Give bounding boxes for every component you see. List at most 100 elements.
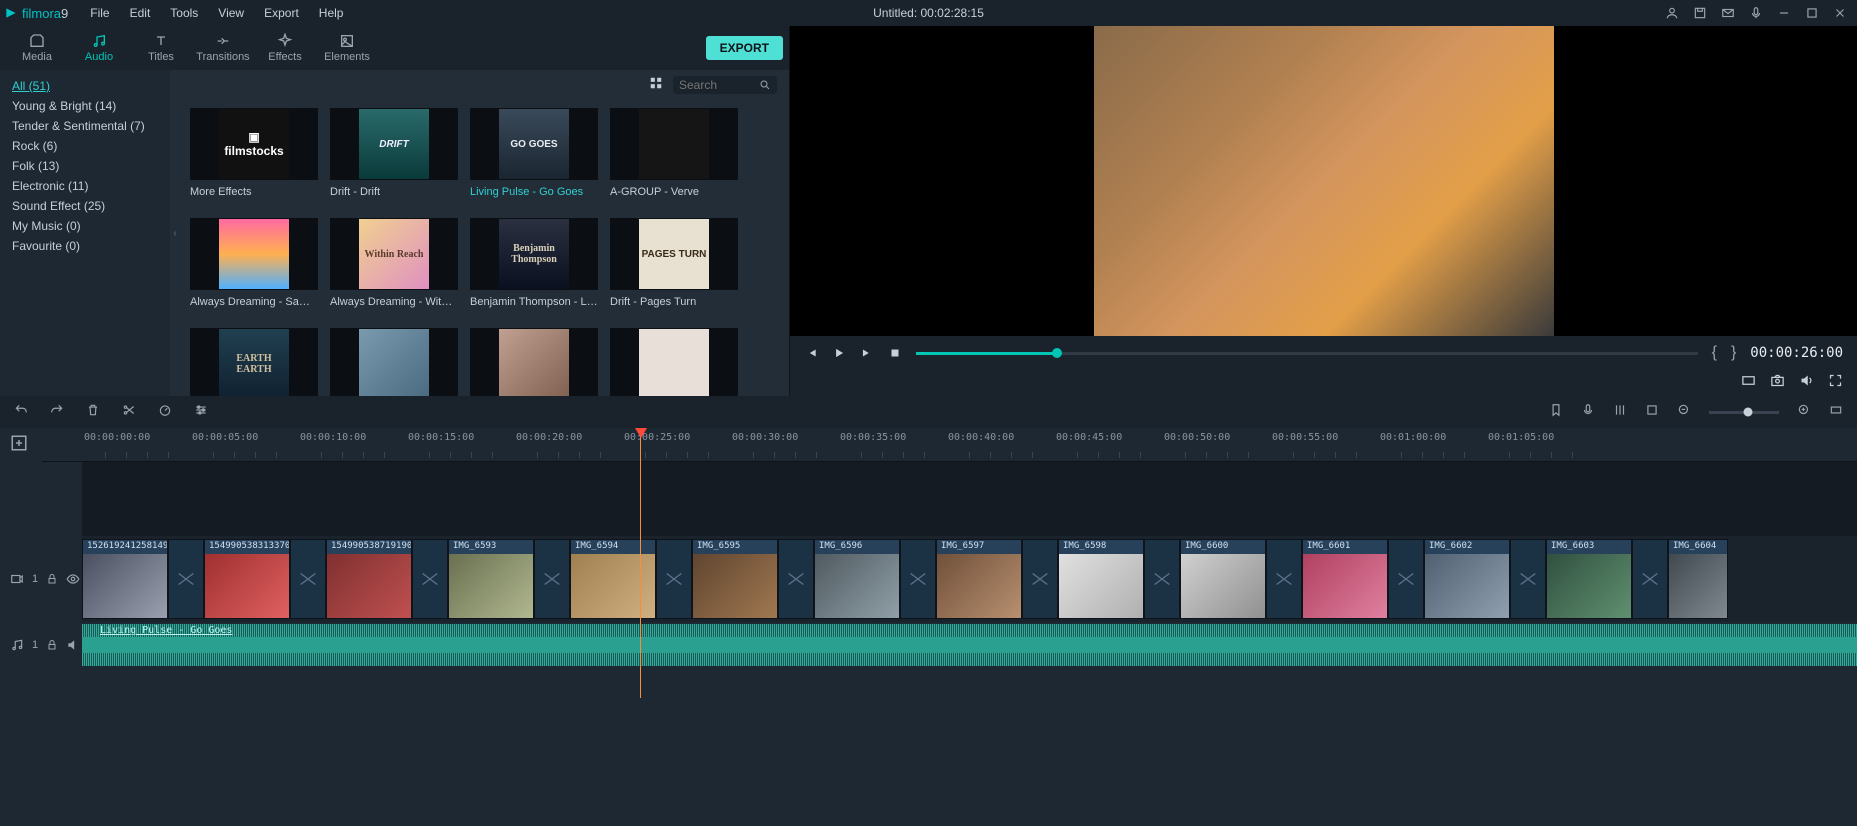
seek-bar[interactable]	[916, 352, 1698, 355]
speed-icon[interactable]	[158, 403, 172, 422]
transition[interactable]	[412, 539, 448, 619]
split-icon[interactable]	[122, 403, 136, 422]
maximize-icon[interactable]	[1805, 6, 1819, 20]
crop-icon[interactable]	[1645, 403, 1659, 422]
asset-card[interactable]: EARTH EARTH	[190, 328, 318, 396]
search-icon[interactable]	[759, 79, 771, 91]
lock-icon[interactable]	[46, 639, 58, 651]
video-track[interactable]: 15261924125814944_... 15499053831337024_.…	[82, 536, 1857, 622]
video-clip[interactable]: IMG_6594	[570, 539, 656, 619]
transition[interactable]	[290, 539, 326, 619]
menu-view[interactable]: View	[208, 2, 254, 24]
video-clip[interactable]: IMG_6593	[448, 539, 534, 619]
transition[interactable]	[1022, 539, 1058, 619]
asset-card[interactable]	[470, 328, 598, 396]
playhead[interactable]	[640, 428, 641, 698]
video-clip[interactable]: IMG_6601	[1302, 539, 1388, 619]
mic-icon[interactable]	[1749, 6, 1763, 20]
export-button[interactable]: EXPORT	[706, 36, 783, 60]
asset-card[interactable]: ▣ filmstocksMore Effects	[190, 108, 318, 198]
category-item[interactable]: Sound Effect (25)	[12, 196, 170, 216]
delete-icon[interactable]	[86, 403, 100, 422]
category-item[interactable]: All (51)	[12, 76, 170, 96]
audio-clip[interactable]: Living Pulse - Go Goes	[82, 624, 1857, 666]
asset-card[interactable]: DRIFTDrift - Drift	[330, 108, 458, 198]
tab-audio[interactable]: Audio	[68, 26, 130, 70]
mail-icon[interactable]	[1721, 6, 1735, 20]
asset-card[interactable]: Within ReachAlways Dreaming - Withi...	[330, 218, 458, 308]
tab-elements[interactable]: Elements	[316, 26, 378, 70]
transition[interactable]	[1144, 539, 1180, 619]
tab-effects[interactable]: Effects	[254, 26, 316, 70]
transition[interactable]	[1388, 539, 1424, 619]
zoom-slider[interactable]	[1709, 411, 1779, 414]
audio-track[interactable]: Living Pulse - Go Goes	[82, 622, 1857, 668]
asset-card[interactable]	[610, 328, 738, 396]
undo-icon[interactable]	[14, 403, 28, 422]
timeline-ruler[interactable]: 00:00:00:0000:00:05:0000:00:10:0000:00:1…	[42, 428, 1857, 462]
play-button[interactable]	[832, 346, 846, 360]
eye-icon[interactable]	[66, 572, 80, 586]
next-button[interactable]	[860, 346, 874, 360]
menu-edit[interactable]: Edit	[120, 2, 161, 24]
sidebar-collapse-handle[interactable]: ‹	[170, 70, 180, 396]
minimize-icon[interactable]	[1777, 6, 1791, 20]
add-track-button[interactable]	[10, 434, 28, 452]
menu-help[interactable]: Help	[309, 2, 354, 24]
tab-titles[interactable]: Titles	[130, 26, 192, 70]
record-icon[interactable]	[1581, 403, 1595, 422]
transition[interactable]	[1632, 539, 1668, 619]
grid-view-icon[interactable]	[649, 76, 663, 95]
tab-transitions[interactable]: Transitions	[192, 26, 254, 70]
asset-card[interactable]: PAGES TURNDrift - Pages Turn	[610, 218, 738, 308]
mark-out-icon[interactable]: }	[1731, 344, 1736, 362]
account-icon[interactable]	[1665, 6, 1679, 20]
category-item[interactable]: Young & Bright (14)	[12, 96, 170, 116]
zoom-out-icon[interactable]	[1677, 403, 1691, 422]
category-item[interactable]: Tender & Sentimental (7)	[12, 116, 170, 136]
search-input[interactable]	[679, 78, 759, 92]
quality-icon[interactable]	[1741, 373, 1756, 393]
asset-card[interactable]: Benjamin ThompsonBenjamin Thompson - Lul…	[470, 218, 598, 308]
video-clip[interactable]: IMG_6603	[1546, 539, 1632, 619]
category-item[interactable]: Electronic (11)	[12, 176, 170, 196]
redo-icon[interactable]	[50, 403, 64, 422]
video-clip[interactable]: IMG_6597	[936, 539, 1022, 619]
tab-media[interactable]: Media	[6, 26, 68, 70]
category-item[interactable]: Favourite (0)	[12, 236, 170, 256]
video-clip[interactable]: IMG_6600	[1180, 539, 1266, 619]
video-clip[interactable]: IMG_6596	[814, 539, 900, 619]
transition[interactable]	[778, 539, 814, 619]
save-icon[interactable]	[1693, 6, 1707, 20]
asset-card[interactable]: Always Dreaming - Same ...	[190, 218, 318, 308]
asset-card[interactable]: A-GROUP - Verve	[610, 108, 738, 198]
menu-file[interactable]: File	[80, 2, 119, 24]
video-clip[interactable]: IMG_6598	[1058, 539, 1144, 619]
volume-icon[interactable]	[1799, 373, 1814, 393]
video-clip[interactable]: IMG_6602	[1424, 539, 1510, 619]
adjust-icon[interactable]	[194, 403, 208, 422]
video-clip[interactable]: IMG_6604	[1668, 539, 1728, 619]
speaker-icon[interactable]	[66, 638, 80, 652]
mark-in-icon[interactable]: {	[1712, 344, 1717, 362]
zoom-in-icon[interactable]	[1797, 403, 1811, 422]
lock-icon[interactable]	[46, 573, 58, 585]
menu-export[interactable]: Export	[254, 2, 309, 24]
menu-tools[interactable]: Tools	[160, 2, 208, 24]
category-item[interactable]: Folk (13)	[12, 156, 170, 176]
snapshot-icon[interactable]	[1770, 373, 1785, 393]
category-item[interactable]: My Music (0)	[12, 216, 170, 236]
category-item[interactable]: Rock (6)	[12, 136, 170, 156]
marker-icon[interactable]	[1549, 403, 1563, 422]
transition[interactable]	[900, 539, 936, 619]
video-clip[interactable]: 15261924125814944_...	[82, 539, 168, 619]
asset-card[interactable]	[330, 328, 458, 396]
transition[interactable]	[1510, 539, 1546, 619]
mixer-icon[interactable]	[1613, 403, 1627, 422]
video-clip[interactable]: 15499053831337024_...	[204, 539, 290, 619]
stop-button[interactable]	[888, 346, 902, 360]
transition[interactable]	[534, 539, 570, 619]
video-clip[interactable]: IMG_6595	[692, 539, 778, 619]
transition[interactable]	[1266, 539, 1302, 619]
fullscreen-icon[interactable]	[1828, 373, 1843, 393]
